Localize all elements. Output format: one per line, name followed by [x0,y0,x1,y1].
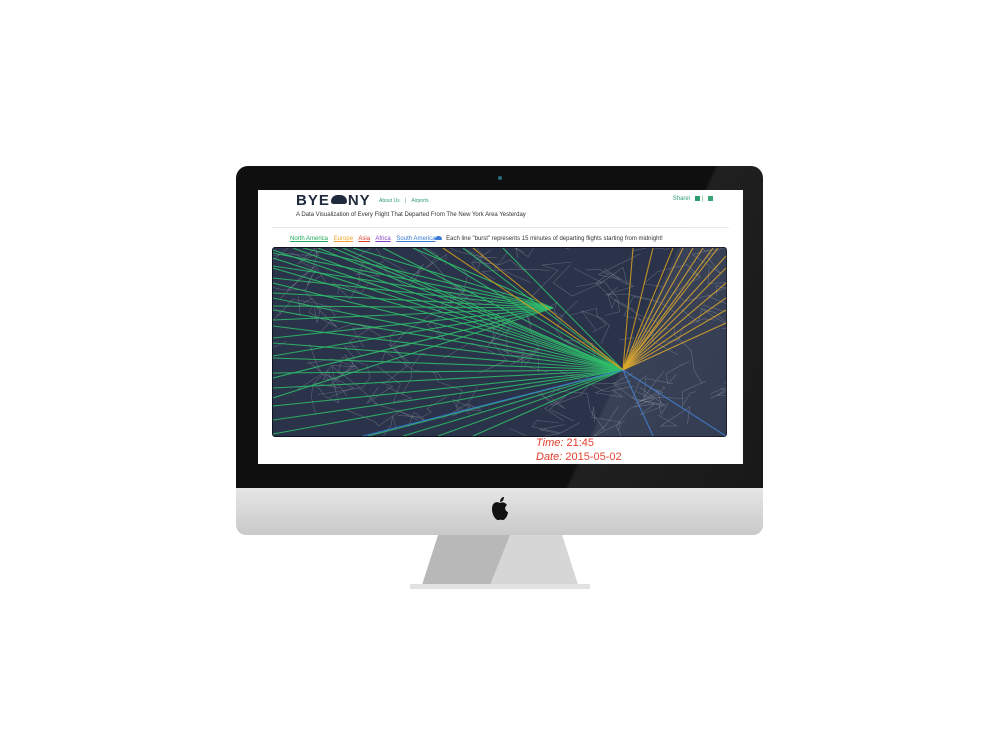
site-logo[interactable]: BYE NY [296,192,371,209]
imac-stand [410,535,590,589]
legend-europe: Europe [333,236,354,242]
date-label: Date: [536,451,563,463]
flight-burst-canvas [273,248,726,436]
nav-airports[interactable]: Airports [411,198,428,204]
camera-dot [498,176,502,180]
screen: BYE NY About Us | Airports Share! | A Dat… [258,190,743,464]
legend-description: Each line "burst" represents 15 minutes … [446,236,663,242]
time-value: 21:45 [566,437,594,449]
legend-north-america: North America [290,236,329,242]
share-separator: | [701,196,704,202]
time-readout: Time: 21:45 [536,437,594,449]
nav-separator: | [404,198,407,204]
legend-africa: Africa [375,236,391,242]
logo-text-right: NY [347,192,371,209]
apple-logo-icon [236,496,763,528]
top-nav: About Us | Airports [379,198,433,204]
region-legend: North America Europe Asia Africa South A… [290,236,663,242]
facebook-icon[interactable] [695,196,701,201]
cloud-icon [435,236,443,240]
date-value: 2015-05-02 [565,451,622,463]
cloud-icon [330,195,347,204]
imac-chin [236,488,763,535]
share-icon[interactable] [708,196,713,201]
share-area: Share! | [673,196,713,202]
logo-text-left: BYE [296,192,330,209]
legend-south-america: South America [396,236,436,242]
share-label: Share! [672,196,691,202]
flight-map[interactable] [272,247,727,437]
nav-about-us[interactable]: About Us [379,198,400,204]
date-readout: Date: 2015-05-02 [536,451,622,463]
page-subtitle: A Data Visualization of Every Flight Tha… [296,212,526,218]
imac-monitor: BYE NY About Us | Airports Share! | A Dat… [236,166,763,488]
legend-asia: Asia [358,236,371,242]
header-divider [272,227,729,228]
time-label: Time: [536,437,564,449]
